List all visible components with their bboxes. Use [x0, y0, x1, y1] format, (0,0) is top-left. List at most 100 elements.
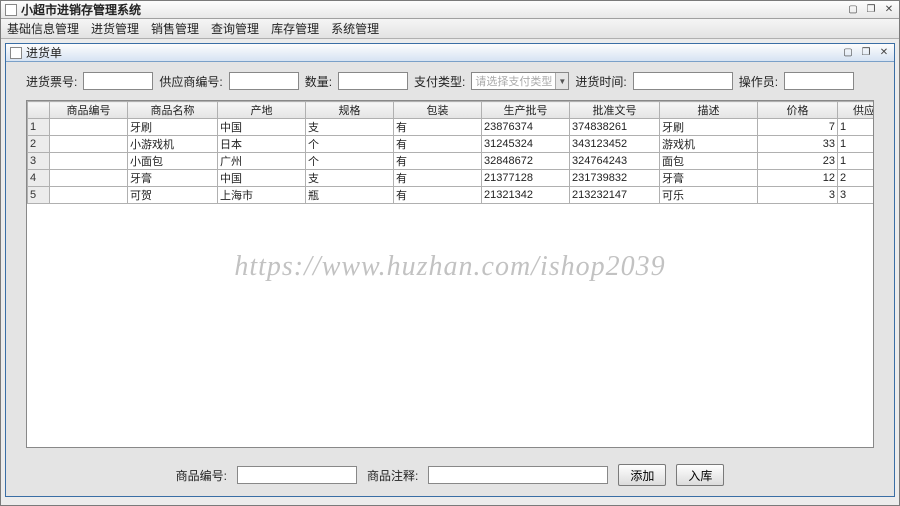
main-title: 小超市进销存管理系统 [21, 1, 845, 18]
column-header[interactable]: 商品名称 [128, 102, 218, 119]
table-cell[interactable]: 上海市 [218, 187, 306, 204]
col-rownum [28, 102, 50, 119]
table-cell[interactable]: 1 [28, 119, 50, 136]
table-cell[interactable]: 213232147 [570, 187, 660, 204]
table-cell[interactable]: 31245324 [482, 136, 570, 153]
table-cell[interactable]: 游戏机 [660, 136, 758, 153]
table-cell[interactable]: 374838261 [570, 119, 660, 136]
table-cell[interactable] [50, 170, 128, 187]
pay-type-select[interactable]: 请选择支付类型 ▼ [471, 72, 569, 90]
table-cell[interactable]: 有 [394, 187, 482, 204]
menu-purchase[interactable]: 进货管理 [91, 20, 139, 37]
column-header[interactable]: 产地 [218, 102, 306, 119]
qty-input[interactable] [338, 72, 408, 90]
table-cell[interactable]: 个 [306, 136, 394, 153]
table-cell[interactable]: 有 [394, 153, 482, 170]
table-cell[interactable] [50, 153, 128, 170]
item-note-input[interactable] [428, 466, 608, 484]
table-cell[interactable] [50, 187, 128, 204]
table-cell[interactable]: 有 [394, 170, 482, 187]
table-cell[interactable]: 324764243 [570, 153, 660, 170]
table-row[interactable]: 3 小面包广州个有32848672324764243面包231 [28, 153, 875, 170]
table-cell[interactable]: 23876374 [482, 119, 570, 136]
sub-maximize-icon[interactable]: ❐ [858, 46, 874, 60]
table-cell[interactable]: 瓶 [306, 187, 394, 204]
minimize-icon[interactable]: ▢ [845, 3, 861, 17]
menu-base-info[interactable]: 基础信息管理 [7, 20, 79, 37]
bottom-form: 商品编号: 商品注释: 添加 入库 [26, 458, 874, 488]
table-cell[interactable]: 3 [28, 153, 50, 170]
menu-stock[interactable]: 库存管理 [271, 20, 319, 37]
close-icon[interactable]: ✕ [881, 3, 897, 17]
operator-input[interactable] [784, 72, 854, 90]
sub-close-icon[interactable]: ✕ [876, 46, 892, 60]
table-cell[interactable]: 可乐 [660, 187, 758, 204]
table-cell[interactable]: 牙刷 [128, 119, 218, 136]
column-header[interactable]: 描述 [660, 102, 758, 119]
table-cell[interactable]: 广州 [218, 153, 306, 170]
table-cell[interactable] [50, 136, 128, 153]
table-cell[interactable]: 小面包 [128, 153, 218, 170]
app-icon [5, 4, 17, 16]
column-header[interactable]: 规格 [306, 102, 394, 119]
table-cell[interactable]: 1 [838, 136, 875, 153]
table-cell[interactable]: 2 [838, 170, 875, 187]
table-row[interactable]: 4牙膏中国支有21377128231739832牙膏122 [28, 170, 875, 187]
column-header[interactable]: 批准文号 [570, 102, 660, 119]
menu-query[interactable]: 查询管理 [211, 20, 259, 37]
table-cell[interactable]: 32848672 [482, 153, 570, 170]
table-cell[interactable]: 12 [758, 170, 838, 187]
table-cell[interactable]: 中国 [218, 170, 306, 187]
in-stock-button[interactable]: 入库 [676, 464, 724, 486]
table-cell[interactable]: 5 [28, 187, 50, 204]
ticket-no-input[interactable] [83, 72, 153, 90]
column-header[interactable]: 包装 [394, 102, 482, 119]
table-cell[interactable]: 231739832 [570, 170, 660, 187]
table-row[interactable]: 1牙刷中国支有23876374374838261牙刷71 [28, 119, 875, 136]
column-header[interactable]: 价格 [758, 102, 838, 119]
menu-sales[interactable]: 销售管理 [151, 20, 199, 37]
table-cell[interactable]: 牙刷 [660, 119, 758, 136]
table-cell[interactable]: 有 [394, 136, 482, 153]
table-cell[interactable]: 7 [758, 119, 838, 136]
table-cell[interactable]: 牙膏 [128, 170, 218, 187]
column-header[interactable]: 供应商编号 [838, 102, 875, 119]
table-cell[interactable]: 1 [838, 119, 875, 136]
supplier-no-input[interactable] [229, 72, 299, 90]
maximize-icon[interactable]: ❐ [863, 3, 879, 17]
table-cell[interactable]: 中国 [218, 119, 306, 136]
table-cell[interactable] [50, 119, 128, 136]
table-cell[interactable]: 面包 [660, 153, 758, 170]
table-cell[interactable]: 2 [28, 136, 50, 153]
table-cell[interactable]: 有 [394, 119, 482, 136]
table-cell[interactable]: 23 [758, 153, 838, 170]
table-cell[interactable]: 1 [838, 153, 875, 170]
table-cell[interactable]: 21321342 [482, 187, 570, 204]
table-cell[interactable]: 21377128 [482, 170, 570, 187]
purchase-time-input[interactable] [633, 72, 733, 90]
column-header[interactable]: 商品编号 [50, 102, 128, 119]
add-button[interactable]: 添加 [618, 464, 666, 486]
table-cell[interactable]: 343123452 [570, 136, 660, 153]
goods-table[interactable]: 商品编号商品名称产地规格包装生产批号批准文号描述价格供应商编号 1牙刷中国支有2… [27, 101, 874, 204]
chevron-down-icon[interactable]: ▼ [555, 73, 568, 89]
table-cell[interactable]: 小游戏机 [128, 136, 218, 153]
table-cell[interactable]: 3 [758, 187, 838, 204]
table-cell[interactable]: 3 [838, 187, 875, 204]
table-cell[interactable]: 4 [28, 170, 50, 187]
table-cell[interactable]: 日本 [218, 136, 306, 153]
sub-minimize-icon[interactable]: ▢ [840, 46, 856, 60]
menu-system[interactable]: 系统管理 [331, 20, 379, 37]
filter-row: 进货票号: 供应商编号: 数量: 支付类型: 请选择支付类型 ▼ 进货时间: 操… [26, 72, 874, 90]
table-row[interactable]: 5可贺上海市瓶有21321342213232147可乐33 [28, 187, 875, 204]
table-cell[interactable]: 支 [306, 119, 394, 136]
table-row[interactable]: 2 小游戏机日本个有31245324343123452游戏机331 [28, 136, 875, 153]
ticket-no-label: 进货票号: [26, 73, 77, 90]
table-cell[interactable]: 个 [306, 153, 394, 170]
table-cell[interactable]: 牙膏 [660, 170, 758, 187]
item-no-input[interactable] [237, 466, 357, 484]
table-cell[interactable]: 可贺 [128, 187, 218, 204]
table-cell[interactable]: 33 [758, 136, 838, 153]
table-cell[interactable]: 支 [306, 170, 394, 187]
column-header[interactable]: 生产批号 [482, 102, 570, 119]
